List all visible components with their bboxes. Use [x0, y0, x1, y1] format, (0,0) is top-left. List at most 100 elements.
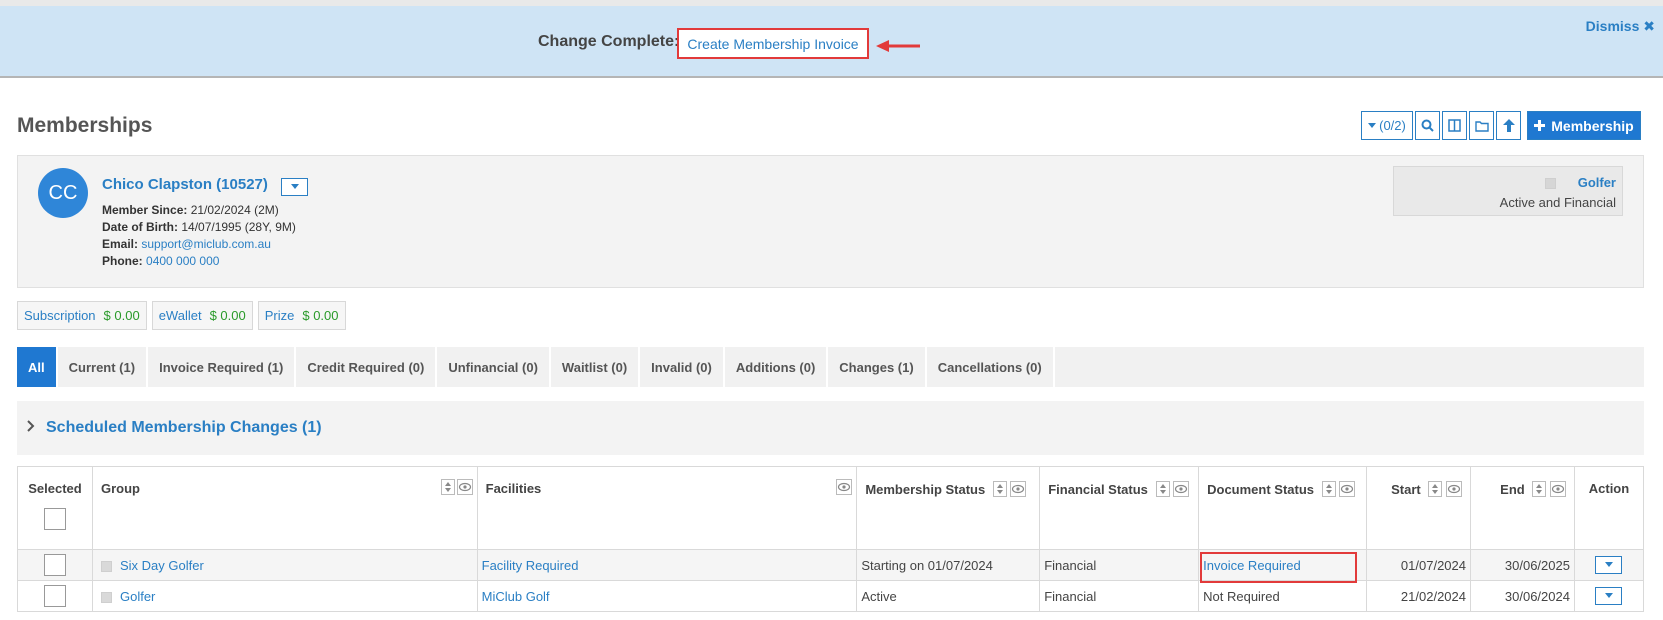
- eye-icon[interactable]: [1339, 481, 1356, 497]
- sort-icon[interactable]: [440, 479, 455, 495]
- start-cell: 01/07/2024: [1366, 549, 1471, 581]
- arrow-up-icon: [1502, 119, 1515, 132]
- create-membership-invoice-link[interactable]: Create Membership Invoice: [677, 28, 869, 59]
- facilities-link[interactable]: Facility Required: [482, 558, 579, 573]
- dob-value: 14/07/1995 (28Y, 9M): [181, 220, 296, 234]
- toolbar: (0/2) Membership: [1361, 111, 1641, 140]
- upload-button[interactable]: [1496, 111, 1521, 140]
- eye-icon[interactable]: [836, 479, 853, 495]
- column-header-end[interactable]: End: [1470, 466, 1575, 550]
- columns-button[interactable]: [1442, 111, 1467, 140]
- search-button[interactable]: [1415, 111, 1440, 140]
- member-since-label: Member Since:: [102, 203, 188, 217]
- end-cell: 30/06/2025: [1470, 549, 1575, 581]
- start-cell: 21/02/2024: [1366, 580, 1471, 612]
- folder-button[interactable]: [1469, 111, 1494, 140]
- tab-all[interactable]: All: [17, 347, 58, 387]
- row-checkbox[interactable]: [43, 585, 66, 607]
- wallet-value: $ 0.00: [302, 308, 339, 323]
- wallet-subscription[interactable]: Subscription $ 0.00: [17, 301, 147, 330]
- eye-icon[interactable]: [456, 479, 473, 495]
- phone-label: Phone:: [102, 254, 143, 268]
- email-line: Email: support@miclub.com.au: [102, 237, 271, 251]
- folder-icon: [1474, 120, 1489, 132]
- facilities-cell: Facility Required: [476, 549, 858, 581]
- row-checkbox[interactable]: [43, 554, 66, 576]
- group-color-swatch: [100, 560, 112, 572]
- row-action-dropdown[interactable]: [1595, 587, 1623, 605]
- column-header-label: Financial Status: [1048, 481, 1148, 497]
- search-icon: [1421, 119, 1434, 132]
- document-status-cell: Invoice Required: [1198, 549, 1368, 583]
- sort-icon[interactable]: [1532, 481, 1547, 497]
- column-header-label: Facilities: [485, 481, 542, 496]
- facilities-link[interactable]: MiClub Golf: [482, 589, 550, 604]
- tab-invalid[interactable]: Invalid (0): [640, 347, 725, 387]
- column-header-financial-status[interactable]: Financial Status: [1039, 466, 1200, 550]
- row-select-cell: [17, 580, 93, 612]
- scheduled-changes-label[interactable]: Scheduled Membership Changes (1): [46, 419, 322, 437]
- table-row: Golfer MiClub Golf Active Financial Not …: [17, 580, 1645, 612]
- member-name[interactable]: Chico Clapston (10527): [102, 176, 268, 193]
- tab-invoice-required[interactable]: Invoice Required (1): [148, 347, 297, 387]
- tab-additions[interactable]: Additions (0): [725, 347, 829, 387]
- left-arrow-icon: [876, 40, 920, 52]
- tab-changes[interactable]: Changes (1): [828, 347, 927, 387]
- sort-icon[interactable]: [1428, 481, 1443, 497]
- banner-label: Change Complete:: [538, 33, 680, 50]
- phone-line: Phone: 0400 000 000: [102, 254, 219, 268]
- select-all-checkbox[interactable]: [43, 508, 66, 530]
- wallet-label: eWallet: [158, 308, 202, 323]
- filter-dropdown-button[interactable]: (0/2): [1361, 111, 1413, 140]
- column-header-label: Group: [100, 481, 140, 496]
- scheduled-changes-panel[interactable]: Scheduled Membership Changes (1): [17, 401, 1644, 455]
- wallet-value: $ 0.00: [209, 308, 246, 323]
- sort-icon[interactable]: [992, 481, 1007, 497]
- tab-credit-required[interactable]: Credit Required (0): [296, 347, 438, 387]
- wallet-ewallet[interactable]: eWallet $ 0.00: [151, 301, 253, 330]
- eye-icon[interactable]: [1173, 481, 1190, 497]
- dismiss-button[interactable]: Dismiss ✖: [1586, 18, 1655, 35]
- member-actions-dropdown[interactable]: [281, 178, 308, 196]
- sort-icon[interactable]: [1155, 481, 1170, 497]
- plus-icon: [1534, 120, 1546, 131]
- tab-unfinancial[interactable]: Unfinancial (0): [437, 347, 551, 387]
- member-since-line: Member Since: 21/02/2024 (2M): [102, 203, 279, 217]
- action-cell: [1573, 580, 1645, 612]
- column-header-icons: [1532, 481, 1566, 500]
- column-header-start[interactable]: Start: [1366, 466, 1471, 550]
- column-header-facilities[interactable]: Facilities: [476, 466, 858, 550]
- group-cell: Golfer: [91, 580, 478, 612]
- tab-cancellations[interactable]: Cancellations (0): [927, 347, 1055, 387]
- eye-icon[interactable]: [1010, 481, 1027, 497]
- eye-icon[interactable]: [1446, 481, 1462, 497]
- caret-down-icon: [1604, 562, 1613, 567]
- table-row: Six Day Golfer Facility Required Startin…: [17, 549, 1645, 583]
- row-action-dropdown[interactable]: [1595, 556, 1623, 574]
- tab-waitlist[interactable]: Waitlist (0): [551, 347, 641, 387]
- financial-status-cell: Financial: [1039, 580, 1200, 612]
- eye-icon[interactable]: [1549, 481, 1566, 497]
- column-header-group[interactable]: Group: [91, 466, 478, 550]
- column-header-membership-status[interactable]: Membership Status: [856, 466, 1041, 550]
- wallet-value: $ 0.00: [103, 308, 140, 323]
- tab-current[interactable]: Current (1): [58, 347, 149, 387]
- group-link[interactable]: Golfer: [120, 589, 155, 604]
- wallet-label: Subscription: [24, 308, 96, 323]
- invoice-required-link[interactable]: Invoice Required: [1203, 558, 1301, 573]
- sort-icon[interactable]: [1321, 481, 1336, 497]
- filter-count: (0/2): [1379, 118, 1406, 133]
- email-link[interactable]: support@miclub.com.au: [141, 237, 271, 251]
- membership-filter-tabs: All Current (1) Invoice Required (1) Cre…: [17, 347, 1644, 387]
- group-color-swatch: [100, 591, 112, 603]
- wallet-prize[interactable]: Prize $ 0.00: [257, 301, 346, 330]
- column-header-label: End: [1500, 481, 1525, 497]
- phone-link[interactable]: 0400 000 000: [146, 254, 219, 268]
- status-group-link[interactable]: Golfer: [1578, 175, 1616, 190]
- group-link[interactable]: Six Day Golfer: [120, 558, 204, 573]
- add-membership-button[interactable]: Membership: [1527, 111, 1641, 140]
- column-header-icons: [1155, 481, 1190, 500]
- action-cell: [1573, 549, 1645, 581]
- column-header-document-status[interactable]: Document Status: [1198, 466, 1368, 550]
- column-header-icons: [836, 479, 853, 495]
